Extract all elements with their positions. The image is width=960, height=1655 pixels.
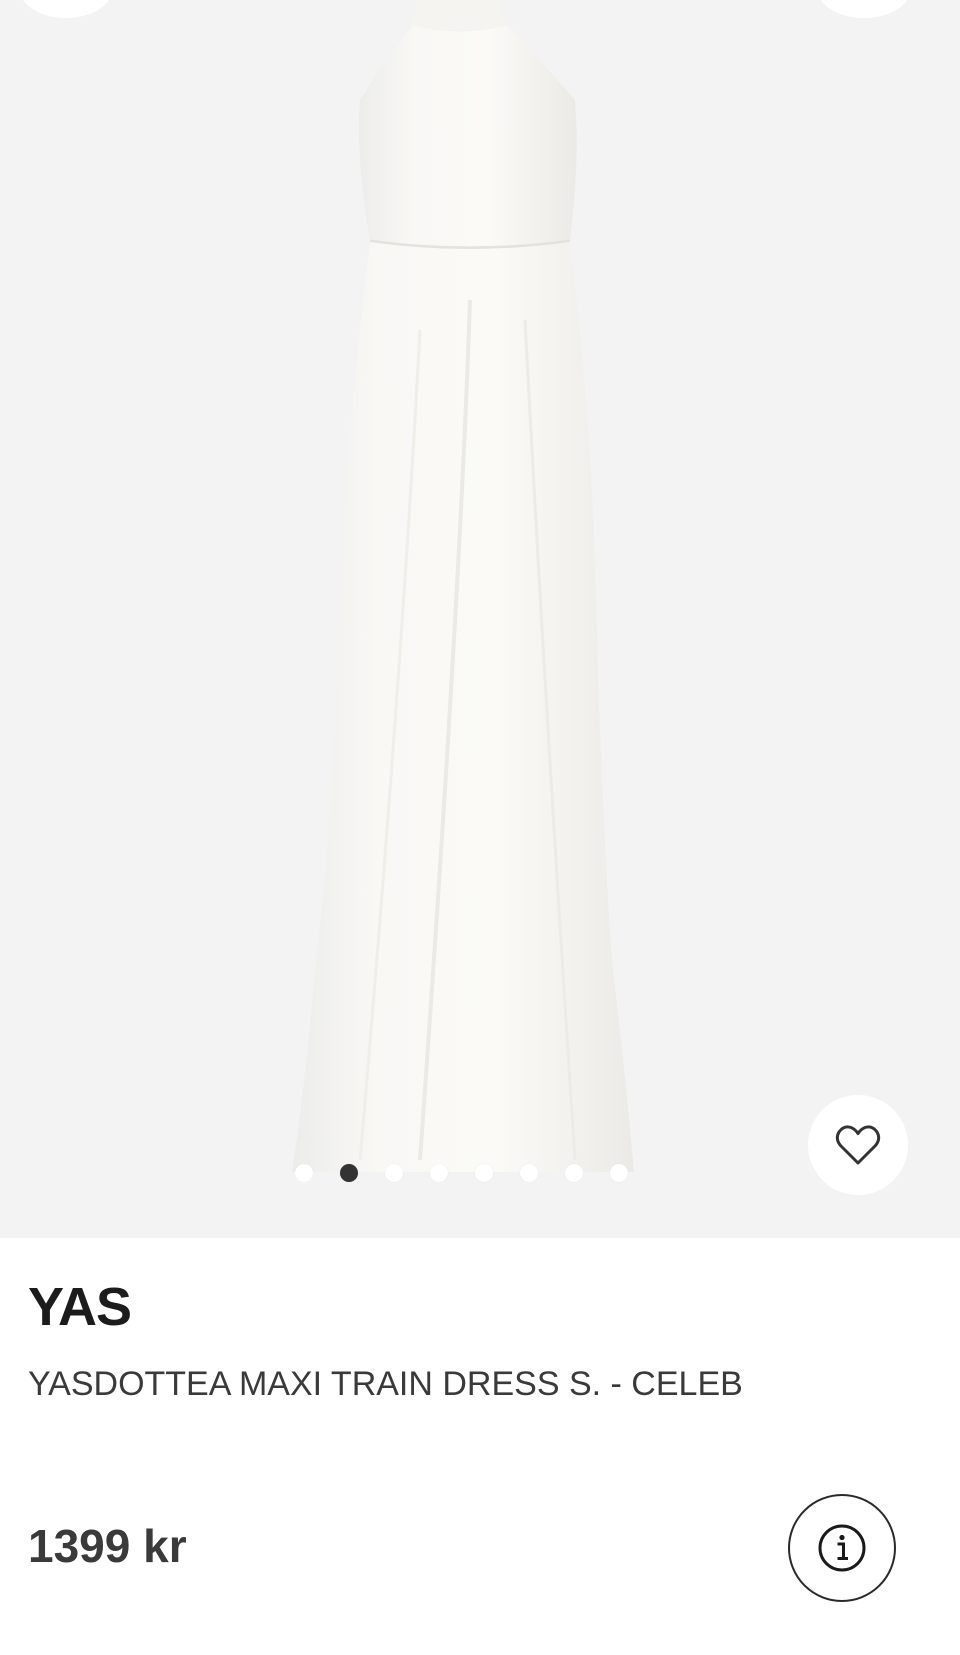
brand-name[interactable]: YAS	[28, 1280, 132, 1334]
gallery-dot[interactable]	[610, 1164, 628, 1182]
gallery-dot-active[interactable]	[340, 1164, 358, 1182]
product-title: YASDOTTEA MAXI TRAIN DRESS S. - CELEB	[28, 1365, 743, 1403]
product-image-gallery[interactable]	[0, 0, 960, 1238]
product-image-dress	[292, 0, 634, 1172]
gallery-pagination	[295, 1163, 628, 1183]
gallery-dot[interactable]	[520, 1164, 538, 1182]
gallery-dot[interactable]	[385, 1164, 403, 1182]
heart-outline-icon	[835, 1125, 881, 1165]
favorite-button[interactable]	[808, 1095, 908, 1195]
gallery-dot[interactable]	[295, 1164, 313, 1182]
product-price: 1399 kr	[28, 1520, 187, 1572]
info-circle-icon	[818, 1524, 866, 1572]
info-button[interactable]	[788, 1494, 896, 1602]
gallery-dot[interactable]	[565, 1164, 583, 1182]
gallery-dot[interactable]	[430, 1164, 448, 1182]
product-page: YAS YASDOTTEA MAXI TRAIN DRESS S. - CELE…	[0, 0, 960, 1655]
gallery-dot[interactable]	[475, 1164, 493, 1182]
